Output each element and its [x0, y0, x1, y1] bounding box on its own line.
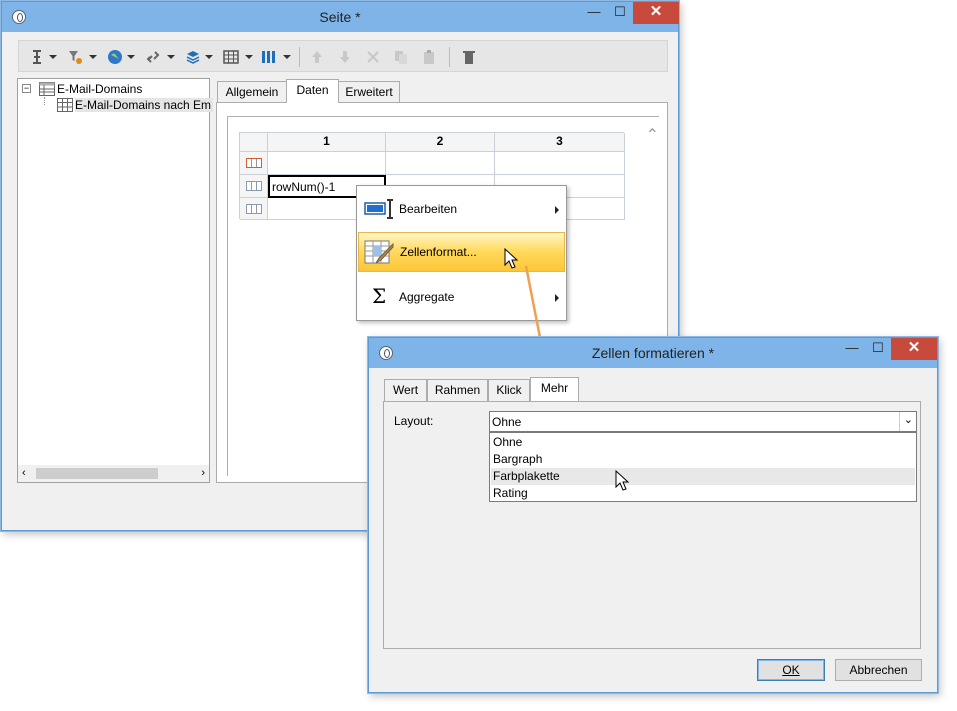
column-header-2[interactable]: 2	[386, 133, 495, 152]
dialog-close-button[interactable]: ✕	[891, 338, 937, 360]
text-cursor-dropdown[interactable]	[49, 55, 57, 59]
dialog-maximize-button[interactable]: ☐	[865, 338, 891, 360]
layout-options-list: Ohne Bargraph Farbplakette Rating	[489, 432, 917, 502]
ok-label: OK	[782, 663, 800, 677]
grid-cell[interactable]	[386, 152, 495, 175]
delete-icon[interactable]	[461, 49, 477, 65]
columns-icon[interactable]	[261, 49, 277, 65]
tree-connector	[44, 97, 45, 105]
header-row-icon	[246, 158, 262, 168]
tab-mehr[interactable]: Mehr	[530, 377, 579, 401]
tree-horizontal-scrollbar[interactable]: ‹ ›	[18, 465, 209, 482]
paste-icon[interactable]	[421, 49, 437, 65]
main-window-title: Seite *	[319, 9, 361, 25]
scroll-thumb[interactable]	[36, 468, 158, 479]
footer-row-icon	[246, 204, 262, 214]
tab-rahmen[interactable]: Rahmen	[427, 379, 488, 401]
row-header-3[interactable]	[240, 198, 268, 220]
table-icon[interactable]	[223, 49, 239, 65]
grid-cell[interactable]	[268, 152, 386, 175]
layout-select[interactable]: Ohne ⌄	[489, 411, 917, 432]
tree-item-root[interactable]: E-Mail-Domains	[57, 82, 142, 96]
tab-klick[interactable]: Klick	[488, 379, 530, 401]
main-titlebar[interactable]: Seite * — ☐ ✕	[2, 2, 679, 32]
filter-gear-icon[interactable]	[67, 49, 83, 65]
scroll-left-arrow[interactable]: ‹	[22, 467, 26, 479]
option-ohne[interactable]: Ohne	[491, 434, 915, 451]
globe-dropdown[interactable]	[127, 55, 135, 59]
option-rating[interactable]: Rating	[491, 485, 915, 502]
option-bargraph[interactable]: Bargraph	[491, 451, 915, 468]
tab-wert[interactable]: Wert	[384, 379, 427, 401]
chevron-down-icon[interactable]: ⌄	[904, 413, 913, 426]
row-header-1[interactable]	[240, 152, 268, 175]
layout-selected-value: Ohne	[492, 415, 522, 429]
toolbar-separator	[449, 47, 450, 67]
tree-panel: − E-Mail-Domains E-Mail-Domains nach Em …	[17, 78, 214, 483]
menu-item-bearbeiten[interactable]: Bearbeiten	[358, 189, 565, 229]
layers-icon[interactable]	[185, 49, 201, 65]
sigma-icon: Σ	[372, 284, 387, 308]
link-icon[interactable]	[145, 49, 161, 65]
copy-icon[interactable]	[393, 49, 409, 65]
move-up-icon[interactable]	[309, 49, 325, 65]
tab-allgemein[interactable]: Allgemein	[217, 81, 287, 103]
dialog-minimize-button[interactable]: —	[839, 338, 865, 360]
grid-cell[interactable]	[495, 152, 625, 175]
maximize-button[interactable]: ☐	[607, 2, 633, 24]
mouse-cursor-icon	[615, 470, 629, 491]
cell-formula: rowNum()-1	[272, 180, 336, 194]
option-farbplakette[interactable]: Farbplakette	[491, 468, 915, 485]
table-node-icon	[39, 82, 55, 96]
column-header-3[interactable]: 3	[495, 133, 625, 152]
tab-daten[interactable]: Daten	[286, 79, 339, 103]
globe-icon[interactable]	[107, 49, 123, 65]
main-toolbar	[18, 40, 668, 72]
dialog-titlebar[interactable]: Zellen formatieren * — ☐ ✕	[369, 338, 937, 368]
cancel-label: Abbrechen	[849, 663, 908, 677]
ok-button[interactable]: OK	[757, 659, 825, 681]
text-cursor-icon[interactable]	[29, 49, 45, 65]
toolbar-separator	[299, 47, 300, 67]
mehr-tab-content: Layout: Ohne ⌄ Ohne Bargraph Farbplakett…	[383, 401, 921, 649]
row-header-2[interactable]	[240, 175, 268, 198]
menu-label-aggregate: Aggregate	[399, 290, 455, 304]
format-dialog: Zellen formatieren * — ☐ ✕ Wert Rahmen K…	[368, 337, 938, 693]
grid-vertical-scrollbar[interactable]: ⌃	[646, 125, 659, 145]
data-row-icon	[246, 181, 262, 191]
move-down-icon[interactable]	[337, 49, 353, 65]
close-button[interactable]: ✕	[633, 2, 679, 24]
columns-dropdown[interactable]	[283, 55, 291, 59]
menu-label-bearbeiten: Bearbeiten	[399, 202, 458, 216]
select-divider	[899, 412, 900, 431]
minimize-button[interactable]: —	[581, 2, 607, 24]
edit-icon	[364, 199, 393, 219]
cell-format-icon	[364, 240, 394, 264]
cut-icon[interactable]	[365, 49, 381, 65]
filter-dropdown[interactable]	[89, 55, 97, 59]
layers-dropdown[interactable]	[205, 55, 213, 59]
grid-corner	[240, 133, 268, 152]
link-dropdown[interactable]	[167, 55, 175, 59]
layout-label: Layout:	[394, 414, 434, 428]
column-header-1[interactable]: 1	[268, 133, 386, 152]
tab-erweitert[interactable]: Erweitert	[338, 81, 400, 103]
tree-item-child[interactable]: E-Mail-Domains nach Em	[75, 98, 214, 112]
tree-collapse-toggle[interactable]: −	[22, 84, 31, 93]
cancel-button[interactable]: Abbrechen	[835, 659, 922, 681]
menu-label-zellenformat: Zellenformat...	[400, 245, 477, 259]
submenu-arrow-icon	[555, 206, 559, 214]
scroll-right-arrow[interactable]: ›	[201, 467, 205, 479]
grid-node-icon	[57, 98, 73, 112]
table-dropdown[interactable]	[245, 55, 253, 59]
mouse-cursor-icon	[504, 248, 518, 269]
